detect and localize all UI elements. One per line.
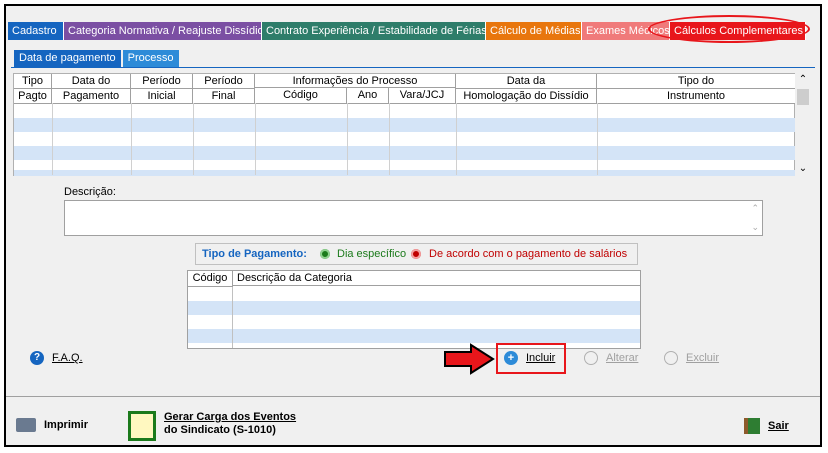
scrollbar-thumb[interactable] (797, 89, 809, 105)
footer-divider (6, 396, 820, 397)
radio-dia-especifico[interactable] (320, 249, 330, 259)
col-header-l2: Ano (357, 89, 378, 101)
alterar-label: Alterar (606, 352, 639, 364)
gerar-carga-line1: Gerar Carga dos Eventos (164, 411, 297, 423)
col-ano[interactable]: Ano (347, 88, 389, 103)
col-header-l2: Final (211, 90, 236, 102)
document-icon (128, 411, 156, 441)
col-codigo-categoria[interactable]: Código (188, 271, 233, 287)
tipo-pagamento-label: Tipo de Pagamento: (202, 248, 307, 260)
col-header-l2: Instrumento (666, 90, 726, 102)
delete-icon (664, 351, 678, 365)
descricao-label: Descrição: (64, 186, 116, 198)
chevron-up-icon[interactable]: ⌃ (751, 203, 759, 214)
printer-icon (16, 418, 36, 432)
chevron-up-icon[interactable]: ⌃ (796, 73, 810, 87)
exit-door-icon (744, 418, 760, 434)
highlight-ellipse (648, 15, 810, 43)
data-grid: Tipo Pagto Data do Pagamento Período Inicia… (13, 73, 795, 176)
group-header-label: Informações do Processo (292, 75, 418, 87)
edit-icon (584, 351, 598, 365)
tab-contrato-label: Contrato Experiência / Estabilidade de F… (266, 25, 487, 37)
col-header-l1: Período (131, 74, 192, 89)
col-header-l2: Pagto (18, 90, 47, 102)
grid-vline (347, 103, 348, 175)
faq-label: F.A.Q. (52, 352, 83, 364)
group-header-processo: Informações do Processo (255, 74, 456, 88)
excluir-label: Excluir (686, 352, 720, 364)
gerar-carga-label: Gerar Carga dos Eventos do Sindicato (S-… (164, 411, 296, 437)
col-header-l1: Tipo do (597, 74, 795, 89)
grid-vline (389, 103, 390, 175)
subtab-data-pagamento[interactable]: Data de pagamento (14, 50, 121, 67)
col-header-l1: Data do (52, 74, 130, 89)
subtab-data-label: Data de pagamento (19, 52, 116, 64)
alterar-button[interactable]: Alterar (584, 351, 638, 365)
col-header-l1: Tipo (14, 74, 51, 89)
grid-scrollbar[interactable]: ⌃ ⌄ (796, 73, 810, 176)
table-row[interactable] (188, 329, 640, 343)
col-header-l1: Data da (456, 74, 596, 89)
col-descricao-categoria[interactable]: Descrição da Categoria (233, 271, 640, 286)
sair-button[interactable]: Sair (744, 418, 789, 434)
gerar-carga-button[interactable]: Gerar Carga dos Eventos do Sindicato (S-… (128, 411, 296, 441)
subtab-processo-label: Processo (127, 52, 174, 64)
tab-categoria-label: Categoria Normativa / Reajuste Dissídio (68, 25, 264, 37)
col-tipo-pagto[interactable]: Tipo Pagto (14, 74, 52, 103)
grid-vline (131, 103, 132, 175)
imprimir-button[interactable]: Imprimir (16, 418, 88, 432)
subtab-processo[interactable]: Processo (122, 50, 179, 67)
imprimir-label: Imprimir (44, 419, 89, 431)
option-dia-especifico-label: Dia específico (337, 248, 407, 260)
col-header-l2: Pagamento (62, 90, 120, 102)
grid-vline (597, 103, 598, 175)
faq-button[interactable]: ? F.A.Q. (30, 351, 83, 365)
col-header-l2: Homologação do Dissídio (463, 90, 589, 102)
option-pagamento-salarios-label: De acordo com o pagamento de salários (429, 248, 628, 260)
chevron-down-icon[interactable]: ⌄ (751, 222, 759, 233)
grid-vline (456, 103, 457, 175)
tab-contrato-experiencia[interactable]: Contrato Experiência / Estabilidade de F… (262, 22, 487, 40)
tab-cadastro[interactable]: Cadastro (8, 22, 64, 40)
tab-calculo-medias[interactable]: Cálculo de Médias (486, 22, 582, 40)
sub-tab-bar: Data de pagamento Processo (14, 50, 179, 67)
tab-medias-label: Cálculo de Médias (490, 25, 581, 37)
table-row[interactable] (188, 301, 640, 315)
chevron-down-icon[interactable]: ⌄ (796, 162, 810, 176)
col-codigo[interactable]: Código (255, 88, 347, 103)
col-data-pagamento[interactable]: Data do Pagamento (52, 74, 131, 103)
incluir-label: Incluir (526, 352, 556, 364)
grid-vline (255, 103, 256, 175)
grid-vline (193, 103, 194, 175)
plus-icon: + (504, 351, 518, 365)
sair-label: Sair (768, 420, 789, 432)
col-header-l1: Período (193, 74, 254, 89)
tab-cadastro-label: Cadastro (12, 25, 57, 37)
grid-vline (52, 103, 53, 175)
categoria-grid: Código Descrição da Categoria (187, 270, 641, 349)
col-header-l2: Vara/JCJ (399, 89, 445, 101)
col-periodo-inicial[interactable]: Período Inicial (131, 74, 193, 103)
tipo-pagamento-group: Tipo de Pagamento: Dia específico De aco… (195, 243, 638, 265)
col-header-l2: Inicial (147, 90, 176, 102)
col-data-homologacao[interactable]: Data da Homologação do Dissídio (456, 74, 597, 103)
col-header-l2: Código (283, 89, 318, 101)
descricao-textarea[interactable]: ⌃ ⌄ (64, 200, 763, 236)
help-icon: ? (30, 351, 44, 365)
col-tipo-instrumento[interactable]: Tipo do Instrumento (597, 74, 795, 103)
radio-pagamento-salarios[interactable] (411, 249, 421, 259)
excluir-button[interactable]: Excluir (664, 351, 719, 365)
gerar-carga-line2: do Sindicato (S-1010) (164, 424, 276, 436)
incluir-button[interactable]: + Incluir (504, 351, 555, 365)
arrow-right-icon (444, 343, 495, 375)
tab-categoria-normativa[interactable]: Categoria Normativa / Reajuste Dissídio (64, 22, 264, 40)
grid-vline (232, 287, 233, 348)
col-vara-jcj[interactable]: Vara/JCJ (389, 88, 456, 103)
col-periodo-final[interactable]: Período Final (193, 74, 255, 103)
